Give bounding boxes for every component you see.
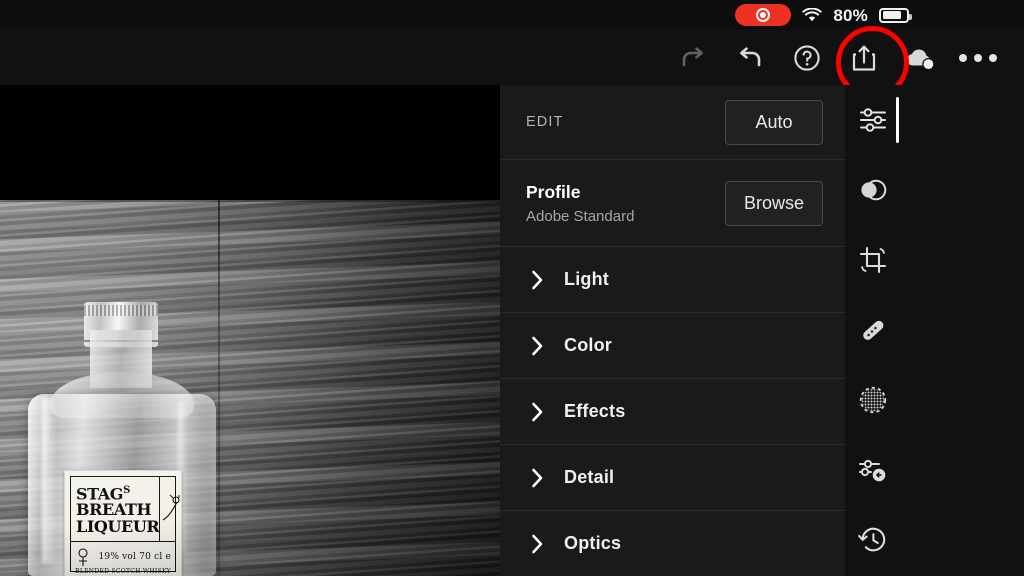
question-mark-circle-icon xyxy=(793,44,820,71)
share-button[interactable] xyxy=(835,30,892,85)
tool-rail xyxy=(845,85,1024,576)
auto-button[interactable]: Auto xyxy=(725,99,823,145)
active-indicator xyxy=(896,97,899,143)
share-upload-icon xyxy=(852,45,875,71)
letterbox-bar xyxy=(0,85,500,200)
crop-rotate-icon xyxy=(859,246,887,274)
section-label: Effects xyxy=(564,401,626,421)
sliders-icon xyxy=(860,108,886,132)
more-options-button[interactable] xyxy=(949,30,1006,85)
redo-button[interactable] xyxy=(664,30,721,85)
chevron-right-icon xyxy=(531,270,542,289)
rail-healing[interactable] xyxy=(845,295,901,365)
record-dot-icon xyxy=(756,8,771,22)
section-row-light[interactable]: Light xyxy=(500,247,845,313)
edit-sections-list: Light Color Effects Detail Optics xyxy=(500,247,845,576)
section-row-detail[interactable]: Detail xyxy=(500,445,845,511)
help-button[interactable] xyxy=(778,30,835,85)
section-row-color[interactable]: Color xyxy=(500,313,845,379)
masking-circles-icon xyxy=(861,179,887,201)
profile-title: Profile xyxy=(526,181,581,202)
battery-percent-label: 80% xyxy=(833,5,868,25)
rail-edit[interactable] xyxy=(845,85,901,155)
healing-brush-icon xyxy=(863,320,884,340)
chevron-right-icon xyxy=(526,270,548,290)
rail-masking[interactable] xyxy=(845,155,901,225)
status-bar: 80% xyxy=(0,0,1024,30)
undo-button[interactable] xyxy=(721,30,778,85)
chevron-right-icon xyxy=(526,534,548,554)
section-label: Optics xyxy=(564,533,622,553)
cloud-sync-icon xyxy=(906,48,934,70)
chevron-right-icon xyxy=(526,402,548,422)
rail-denoise[interactable] xyxy=(845,365,901,435)
lightroom-mobile-app: 80% EDIT Auto Profile Adobe Standard Bro… xyxy=(0,0,1024,576)
cloud-button[interactable] xyxy=(892,30,949,85)
top-toolbar xyxy=(0,30,1024,85)
profile-value: Adobe Standard xyxy=(526,207,635,225)
three-dots-icon xyxy=(958,53,997,62)
screen-recording-pill[interactable] xyxy=(735,4,792,26)
section-row-effects[interactable]: Effects xyxy=(500,379,845,445)
redo-arrow-icon xyxy=(682,46,703,66)
browse-button[interactable]: Browse xyxy=(725,180,823,226)
section-label: Light xyxy=(564,269,609,289)
edited-photo: STAGS BREATH LIQUEUR xyxy=(0,200,500,576)
chevron-right-icon xyxy=(531,468,542,487)
edit-title: EDIT xyxy=(526,114,564,130)
presets-sliders-icon xyxy=(859,459,886,482)
section-label: Detail xyxy=(564,467,615,487)
chevron-right-icon xyxy=(526,468,548,488)
rail-presets[interactable] xyxy=(845,435,901,505)
battery-icon xyxy=(879,7,912,23)
photo-canvas[interactable]: STAGS BREATH LIQUEUR xyxy=(0,85,500,576)
photo-vignette xyxy=(0,200,500,576)
section-label: Color xyxy=(564,335,612,355)
chevron-right-icon xyxy=(531,336,542,355)
edit-panel: EDIT Auto Profile Adobe Standard Browse … xyxy=(500,85,845,576)
edit-panel-header: EDIT Auto xyxy=(500,85,845,160)
profile-row: Profile Adobe Standard Browse xyxy=(500,160,845,247)
undo-arrow-icon xyxy=(739,46,760,66)
wifi-icon xyxy=(802,7,823,21)
history-clock-icon xyxy=(858,527,886,552)
halftone-circle-icon xyxy=(859,386,887,414)
rail-versions[interactable] xyxy=(845,505,901,575)
rail-crop[interactable] xyxy=(845,225,901,295)
section-row-optics[interactable]: Optics xyxy=(500,511,845,576)
chevron-right-icon xyxy=(531,534,542,553)
chevron-right-icon xyxy=(526,336,548,356)
chevron-right-icon xyxy=(531,402,542,421)
